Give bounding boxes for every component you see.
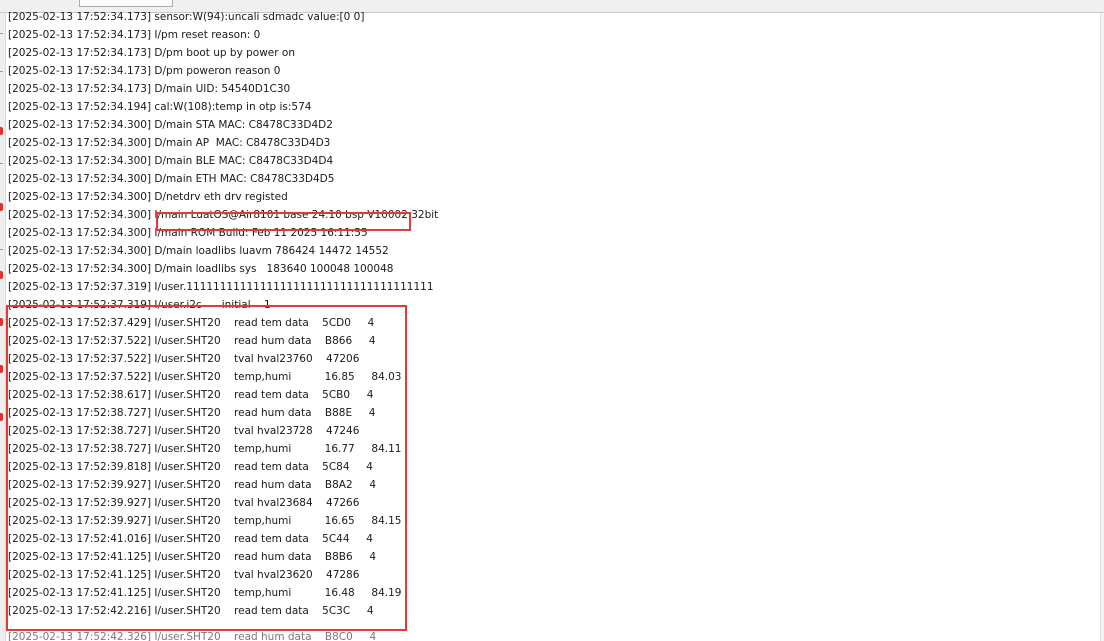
log-line: [2025-02-13 17:52:34.173] D/pm boot up b…: [8, 47, 295, 59]
gutter-tick: [0, 71, 3, 72]
gutter-marker: [0, 271, 3, 279]
log-line: [2025-02-13 17:52:34.300] I/main ROM Bui…: [8, 227, 368, 239]
log-line: [2025-02-13 17:52:39.927] I/user.SHT20 t…: [8, 515, 402, 527]
gutter-tick: [0, 249, 3, 250]
log-line: [2025-02-13 17:52:42.216] I/user.SHT20 r…: [8, 605, 374, 617]
serial-log-output[interactable]: [2025-02-13 17:52:34.173] sensor:W(94):u…: [8, 8, 1098, 641]
gutter-marker: [0, 127, 3, 135]
log-line: [2025-02-13 17:52:41.016] I/user.SHT20 r…: [8, 533, 373, 545]
log-line: [2025-02-13 17:52:39.818] I/user.SHT20 r…: [8, 461, 373, 473]
log-line-partial: [2025-02-13 17:52:42.326] I/user.SHT20 r…: [8, 631, 377, 641]
gutter-marker: [0, 203, 3, 211]
scrollbar-edge[interactable]: [1100, 13, 1104, 641]
toolbar-button[interactable]: [79, 0, 173, 7]
log-line: [2025-02-13 17:52:34.300] D/main ETH MAC…: [8, 173, 335, 185]
log-line: [2025-02-13 17:52:41.125] I/user.SHT20 t…: [8, 569, 360, 581]
log-line: [2025-02-13 17:52:34.194] cal:W(108):tem…: [8, 101, 312, 113]
gutter-separator: [5, 13, 6, 641]
log-line: [2025-02-13 17:52:38.727] I/user.SHT20 t…: [8, 425, 360, 437]
log-line: [2025-02-13 17:52:34.300] I/main LuatOS@…: [8, 209, 439, 221]
log-line: [2025-02-13 17:52:37.522] I/user.SHT20 t…: [8, 371, 402, 383]
log-line: [2025-02-13 17:52:34.300] D/main STA MAC…: [8, 119, 333, 131]
log-line: [2025-02-13 17:52:37.319] I/user.i2c ini…: [8, 299, 271, 311]
log-line: [2025-02-13 17:52:34.173] sensor:W(94):u…: [8, 11, 365, 23]
log-line: [2025-02-13 17:52:38.727] I/user.SHT20 r…: [8, 407, 376, 419]
gutter-marker: [0, 365, 3, 373]
log-line: [2025-02-13 17:52:38.727] I/user.SHT20 t…: [8, 443, 402, 455]
log-line: [2025-02-13 17:52:34.300] D/main BLE MAC…: [8, 155, 334, 167]
log-line: [2025-02-13 17:52:34.300] D/netdrv eth d…: [8, 191, 288, 203]
gutter-tick: [0, 163, 3, 164]
log-line: [2025-02-13 17:52:34.300] D/main loadlib…: [8, 263, 394, 275]
log-line: [2025-02-13 17:52:34.173] I/pm reset rea…: [8, 29, 261, 41]
gutter-marker: [0, 413, 3, 421]
log-line: [2025-02-13 17:52:34.300] D/main loadlib…: [8, 245, 389, 257]
log-line: [2025-02-13 17:52:37.429] I/user.SHT20 r…: [8, 317, 375, 329]
log-line: [2025-02-13 17:52:37.522] I/user.SHT20 r…: [8, 335, 376, 347]
log-line: [2025-02-13 17:52:38.617] I/user.SHT20 r…: [8, 389, 374, 401]
log-line: [2025-02-13 17:52:39.927] I/user.SHT20 t…: [8, 497, 360, 509]
log-line: [2025-02-13 17:52:34.300] D/main AP MAC:…: [8, 137, 331, 149]
log-line: [2025-02-13 17:52:34.173] D/pm poweron r…: [8, 65, 281, 77]
gutter-tick: [0, 33, 3, 34]
log-line: [2025-02-13 17:52:39.927] I/user.SHT20 r…: [8, 479, 376, 491]
log-line: [2025-02-13 17:52:34.173] D/main UID: 54…: [8, 83, 291, 95]
log-line: [2025-02-13 17:52:41.125] I/user.SHT20 r…: [8, 551, 377, 563]
log-line: [2025-02-13 17:52:37.319] I/user.1111111…: [8, 281, 434, 293]
gutter-marker: [0, 318, 3, 326]
log-line: [2025-02-13 17:52:41.125] I/user.SHT20 t…: [8, 587, 402, 599]
log-line: [2025-02-13 17:52:37.522] I/user.SHT20 t…: [8, 353, 360, 365]
